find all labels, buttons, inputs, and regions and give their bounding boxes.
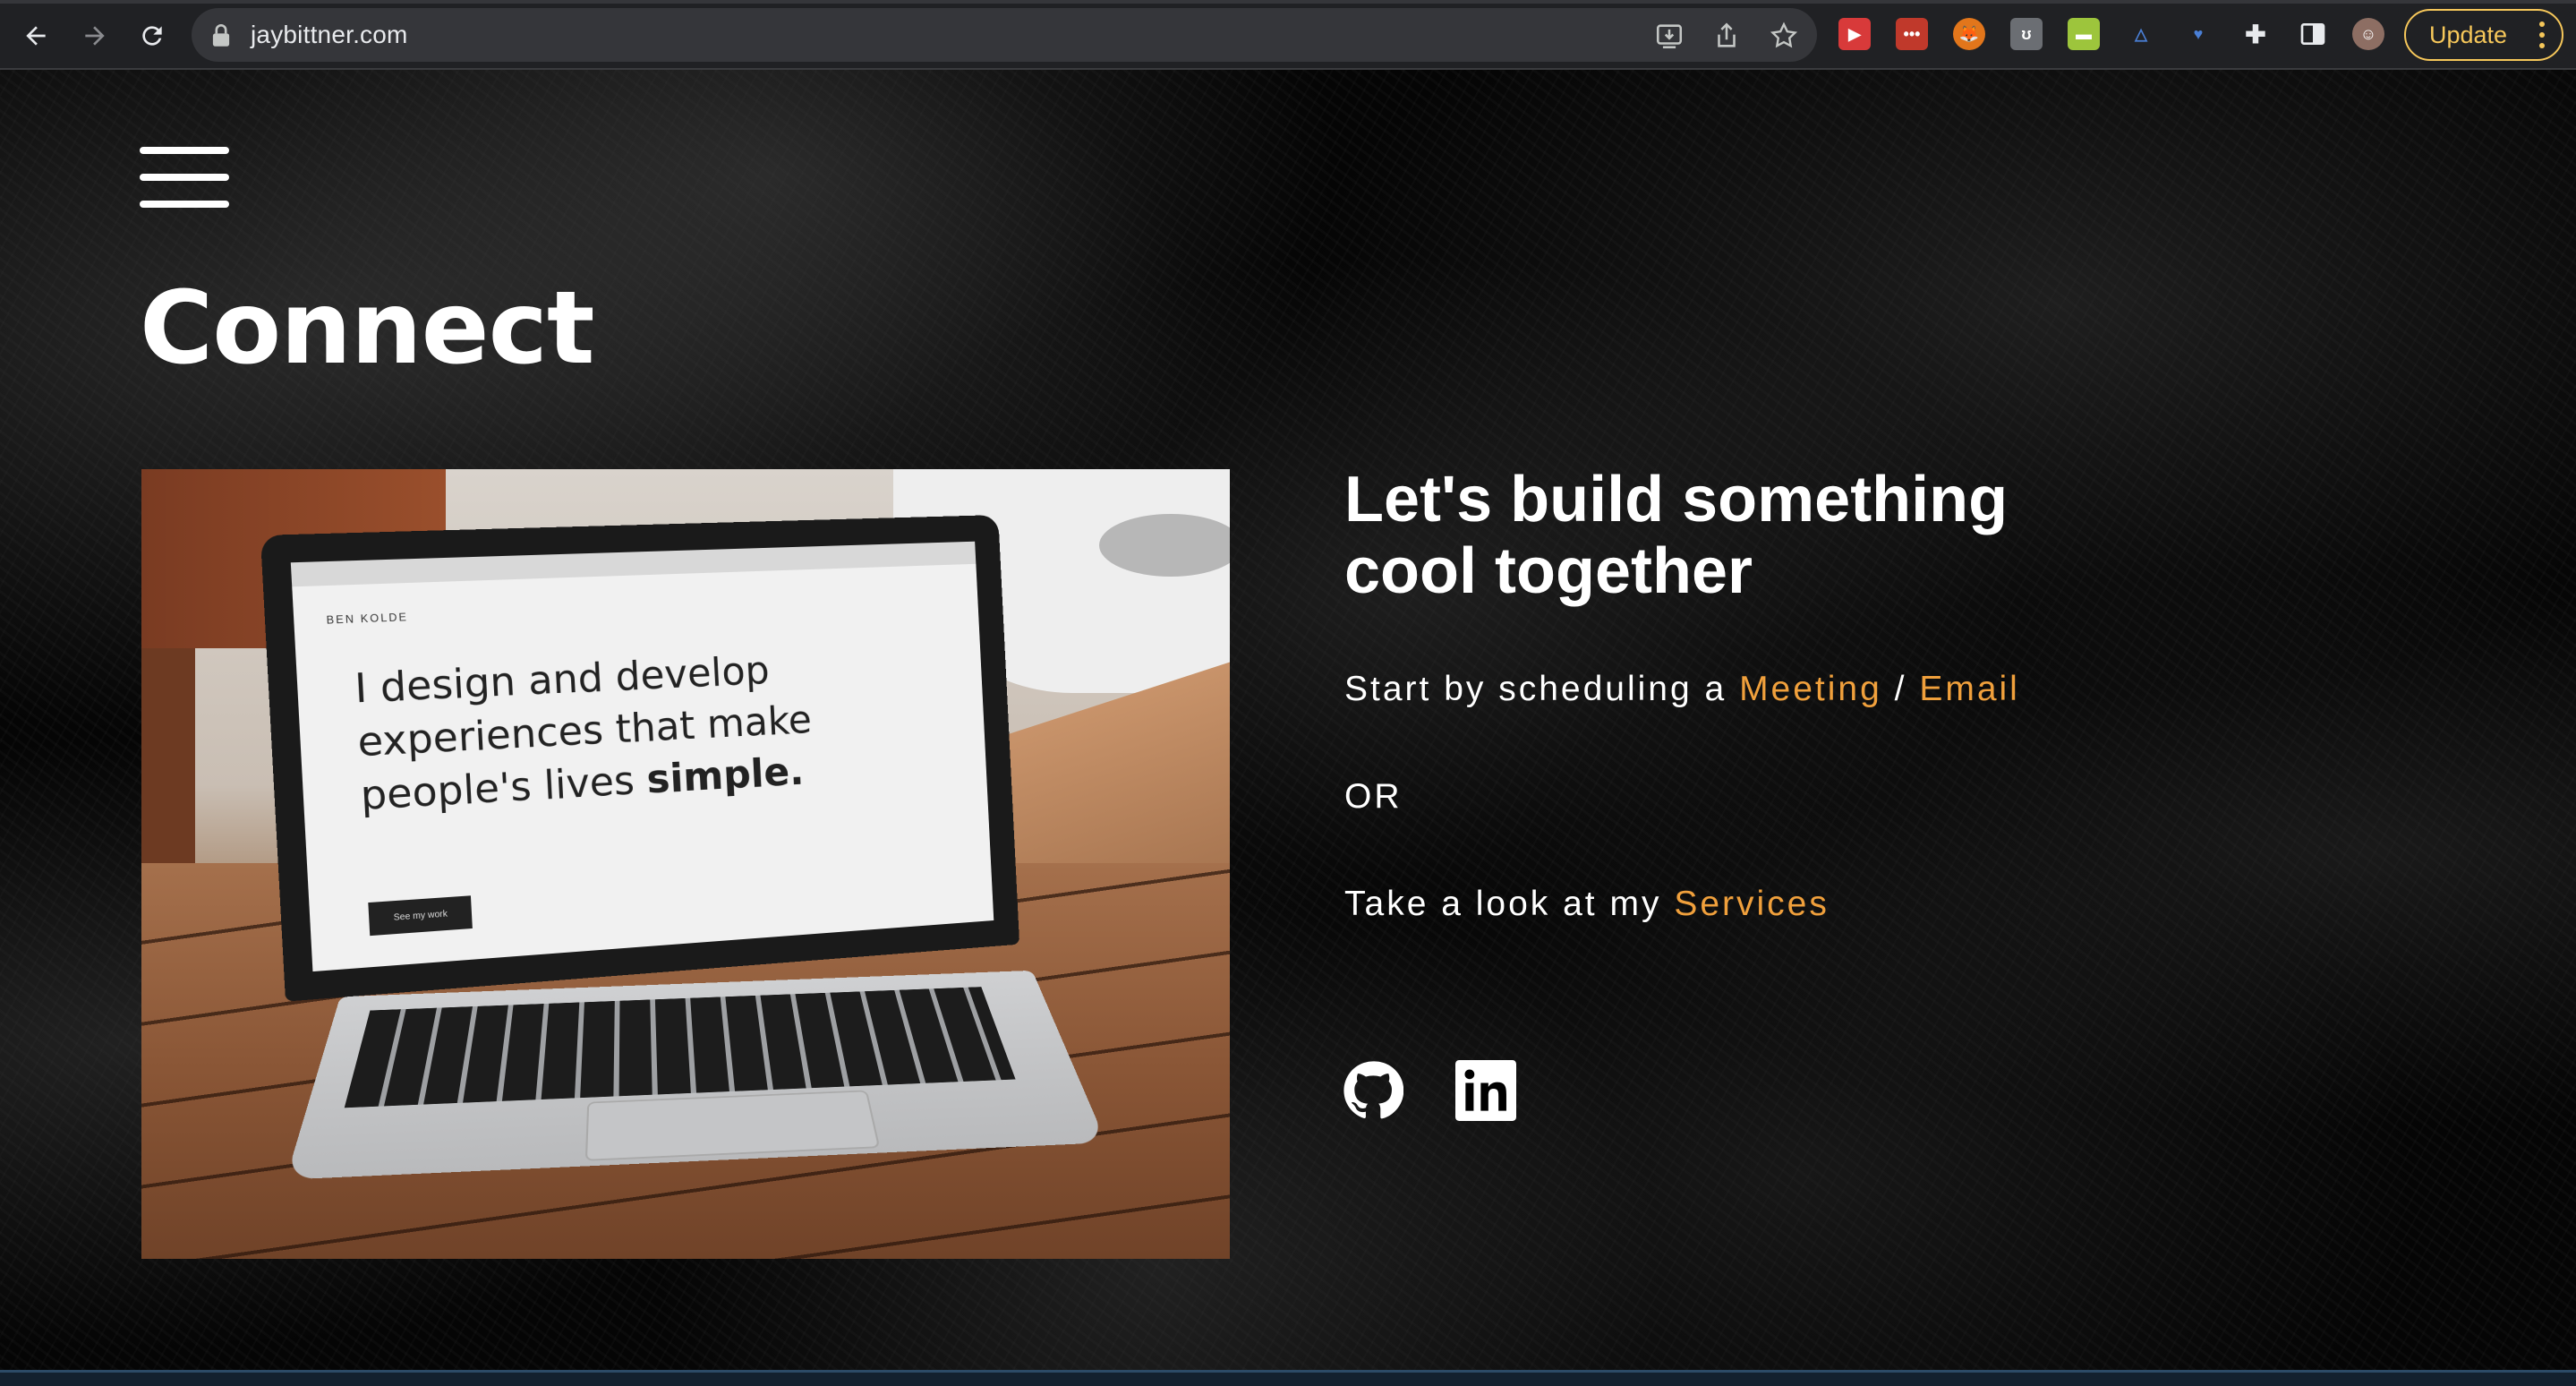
profile-avatar[interactable]: ☺ xyxy=(2352,18,2384,50)
tab-strip-edge xyxy=(0,0,2576,4)
laptop-screen: BEN KOLDE I design and develop experienc… xyxy=(260,515,1020,1002)
laptop-keyboard xyxy=(344,987,1016,1108)
address-bar[interactable]: jaybittner.com xyxy=(192,8,1817,62)
cta-heading-line2: cool together xyxy=(1344,535,1753,607)
extension-triangle-icon[interactable]: △ xyxy=(2125,18,2157,50)
forward-arrow-icon xyxy=(85,26,105,46)
extension-metamask-icon[interactable]: 🦊 xyxy=(1953,18,1985,50)
github-icon[interactable] xyxy=(1343,1060,1404,1121)
reload-button[interactable] xyxy=(132,16,172,56)
cta-heading: Let's build something cool together xyxy=(1344,464,2150,607)
more-menu-icon[interactable] xyxy=(2538,19,2546,51)
photo-button-text: See my work xyxy=(368,895,473,937)
schedule-line: Start by scheduling a Meeting / Email xyxy=(1344,670,2020,708)
photo-headline: I design and develop experiences that ma… xyxy=(353,647,813,820)
or-text: OR xyxy=(1344,777,1403,816)
extension-ublock-icon[interactable]: ʊ xyxy=(2010,18,2043,50)
install-app-icon[interactable] xyxy=(1654,21,1685,51)
linkedin-icon[interactable] xyxy=(1455,1060,1516,1121)
bookmark-star-icon[interactable] xyxy=(1769,21,1799,51)
services-link[interactable]: Services xyxy=(1674,885,1830,923)
page-content: Connect BEN KOLDE I design and develop e… xyxy=(0,70,2576,1370)
window-bottom-edge xyxy=(0,1370,2576,1386)
extension-heart-icon[interactable]: ♥ xyxy=(2182,18,2214,50)
side-panel-icon[interactable] xyxy=(2297,18,2329,50)
extension-red-icon[interactable]: ▶ xyxy=(1838,18,1871,50)
lock-icon xyxy=(212,24,230,47)
extensions-puzzle-icon[interactable]: ✚ xyxy=(2239,18,2272,50)
share-icon[interactable] xyxy=(1711,21,1742,51)
page-title: Connect xyxy=(140,270,594,387)
back-button[interactable] xyxy=(16,16,55,56)
photo-brand-text: BEN KOLDE xyxy=(326,610,409,627)
extension-lastpass-icon[interactable]: ••• xyxy=(1896,18,1928,50)
update-button[interactable]: Update xyxy=(2404,9,2563,61)
hamburger-menu-icon[interactable] xyxy=(140,147,229,211)
browser-toolbar: jaybittner.com ▶ ••• 🦊 ʊ ▬ △ ♥ ✚ ☺ Updat… xyxy=(0,0,2576,70)
laptop-photo: BEN KOLDE I design and develop experienc… xyxy=(141,469,1230,1259)
back-arrow-icon xyxy=(26,26,46,46)
url-text: jaybittner.com xyxy=(251,21,408,48)
extension-green-icon[interactable]: ▬ xyxy=(2068,18,2100,50)
meeting-link[interactable]: Meeting xyxy=(1739,670,1882,708)
forward-button[interactable] xyxy=(75,16,115,56)
email-link[interactable]: Email xyxy=(1919,670,2020,708)
update-label: Update xyxy=(2429,21,2508,48)
reload-icon xyxy=(142,26,162,46)
cta-heading-line1: Let's build something xyxy=(1344,464,2009,535)
services-line: Take a look at my Services xyxy=(1344,885,1830,923)
laptop-trackpad xyxy=(584,1090,881,1161)
